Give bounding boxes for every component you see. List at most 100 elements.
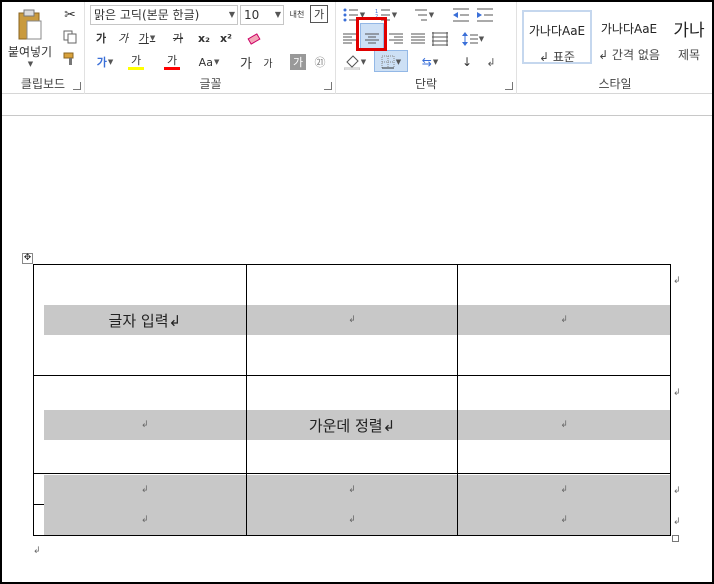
underline-icon: 가 bbox=[138, 32, 149, 45]
char-shading-button[interactable]: 가 bbox=[290, 54, 306, 70]
highlight-button[interactable]: 가 bbox=[122, 52, 150, 72]
font-name-combo[interactable]: 맑은 고딕(본문 한글) ▼ bbox=[90, 5, 238, 25]
row-end-mark: ↲ bbox=[673, 517, 681, 527]
asian-layout-button[interactable]: ⇆ ▼ bbox=[416, 52, 444, 72]
table-cell[interactable]: ↲ bbox=[457, 473, 671, 505]
font-color-button[interactable]: 가 bbox=[158, 52, 186, 72]
styles-label: 스타일 bbox=[598, 77, 632, 91]
grow-font-icon: 가 bbox=[240, 56, 252, 72]
table-cell[interactable]: ↲ bbox=[33, 504, 247, 536]
styles-group: 가나다AaE ↲ 표준 가나다AaE ↲ 간격 없음 가나 제목 스타일 bbox=[518, 2, 712, 94]
decrease-indent-button[interactable] bbox=[450, 5, 472, 25]
table-row: 글자 입력↲ ↲ ↲ bbox=[33, 264, 671, 376]
ribbon: 붙여넣기 ▼ ✂ 클립보드 맑은 고딕(본문 한글) ▼ 10 ▼ 내천 가 가… bbox=[2, 2, 712, 94]
increase-indent-button[interactable] bbox=[474, 5, 496, 25]
shrink-font-button[interactable]: 가 bbox=[258, 52, 278, 72]
copy-icon bbox=[63, 30, 77, 44]
table-cell[interactable]: ↲ bbox=[245, 504, 459, 536]
cell-text: ↲ bbox=[348, 315, 356, 325]
sort-icon: ↓ bbox=[461, 55, 473, 69]
subscript-button[interactable]: x₂ bbox=[194, 29, 214, 47]
enclose-icon: ㉑ bbox=[314, 56, 326, 69]
cell-text: ↲ bbox=[560, 515, 568, 525]
format-painter-button[interactable] bbox=[60, 50, 80, 68]
table-cell[interactable]: ↲ bbox=[245, 264, 459, 376]
show-marks-button[interactable]: ↲ bbox=[480, 52, 502, 72]
shading-button[interactable]: ▼ bbox=[340, 52, 370, 72]
clear-formatting-button[interactable] bbox=[244, 29, 264, 47]
cell-text: ↲ bbox=[141, 515, 149, 525]
eraser-icon bbox=[247, 33, 261, 45]
cell-text: ↲ bbox=[560, 485, 568, 495]
line-spacing-button[interactable]: ▼ bbox=[458, 28, 488, 50]
table-cell[interactable]: ↲ bbox=[457, 375, 671, 474]
table-move-handle[interactable]: ✥ bbox=[22, 253, 33, 264]
clipboard-launcher-icon[interactable] bbox=[73, 82, 81, 90]
cell-text: ↲ bbox=[141, 485, 149, 495]
table-cell[interactable]: ↲ bbox=[457, 264, 671, 376]
multilevel-list-button[interactable]: ▼ bbox=[408, 5, 438, 25]
style-no-spacing[interactable]: 가나다AaE ↲ 간격 없음 bbox=[594, 10, 664, 64]
table-cell[interactable]: 글자 입력↲ bbox=[33, 264, 247, 376]
underline-button[interactable]: 가 ▼ bbox=[136, 29, 158, 47]
grow-font-button[interactable]: 가 bbox=[236, 52, 256, 72]
paint-bucket-icon bbox=[343, 55, 360, 70]
multilevel-list-icon bbox=[414, 9, 427, 21]
change-case-icon: Aa bbox=[198, 55, 213, 69]
paste-button[interactable]: 붙여넣기 ▼ bbox=[6, 6, 54, 70]
style-normal[interactable]: 가나다AaE ↲ 표준 bbox=[522, 10, 592, 64]
copy-button[interactable] bbox=[60, 28, 80, 46]
shading-dropdown-icon: ▼ bbox=[360, 58, 367, 66]
text-effect-button[interactable]: 가 ▼ bbox=[92, 52, 118, 72]
line-spacing-dropdown-icon: ▼ bbox=[478, 35, 485, 43]
paragraph-group: ▼ 12 ▼ ▼ ▼ ▼ ▼ ⇆ ▼ ↓ ↲ 단락 bbox=[336, 2, 517, 94]
align-right-button[interactable] bbox=[386, 28, 406, 50]
borders-icon bbox=[381, 55, 395, 69]
table-row: ↲ ↲ ↲ bbox=[33, 504, 671, 536]
change-case-button[interactable]: Aa ▼ bbox=[194, 52, 224, 72]
format-painter-icon bbox=[63, 52, 74, 65]
bold-button[interactable]: 가 bbox=[92, 29, 110, 47]
justify-button[interactable] bbox=[408, 28, 428, 50]
phonetic-guide-button[interactable]: 내천 bbox=[287, 5, 307, 25]
align-right-icon bbox=[389, 33, 403, 44]
borders-button[interactable]: ▼ bbox=[376, 52, 406, 72]
font-launcher-icon[interactable] bbox=[324, 82, 332, 90]
cut-button[interactable]: ✂ bbox=[60, 6, 80, 24]
distributed-icon bbox=[432, 32, 448, 46]
font-label: 글꼴 bbox=[199, 77, 222, 91]
font-name-dropdown-icon: ▼ bbox=[228, 10, 235, 19]
shrink-font-icon: 가 bbox=[263, 58, 273, 70]
italic-button[interactable]: 가 bbox=[114, 29, 132, 47]
table-cell[interactable]: 가운데 정렬↲ bbox=[245, 375, 459, 474]
table-cell[interactable]: ↲ bbox=[33, 375, 247, 474]
font-group: 맑은 고딕(본문 한글) ▼ 10 ▼ 내천 가 가 가 가 ▼ 가 x₂ x² … bbox=[86, 2, 336, 94]
font-size-combo[interactable]: 10 ▼ bbox=[240, 5, 284, 25]
table-cell[interactable]: ↲ bbox=[457, 504, 671, 536]
style-heading[interactable]: 가나 제목 bbox=[666, 10, 712, 64]
document-table: 글자 입력↲ ↲ ↲ ↲ 가운데 정렬↲ ↲ ↲ ↲ ↲ ↲ ↲ ↲ bbox=[33, 264, 671, 536]
table-cell[interactable]: ↲ bbox=[33, 473, 247, 505]
distributed-button[interactable] bbox=[430, 28, 450, 50]
table-resize-handle[interactable] bbox=[672, 535, 679, 542]
phonetic-guide-icon: 내천 bbox=[289, 10, 305, 19]
increase-indent-icon bbox=[477, 8, 493, 22]
superscript-button[interactable]: x² bbox=[216, 29, 236, 47]
strikethrough-button[interactable]: 가 bbox=[166, 29, 190, 47]
superscript-icon: x² bbox=[220, 31, 232, 45]
subscript-icon: x₂ bbox=[198, 31, 210, 45]
font-name-value: 맑은 고딕(본문 한글) bbox=[94, 8, 200, 22]
char-shading-icon: 가 bbox=[292, 56, 304, 69]
bold-icon: 가 bbox=[95, 32, 107, 45]
row-end-mark: ↲ bbox=[673, 276, 681, 286]
enclose-char-button[interactable]: 가 bbox=[310, 5, 328, 23]
paragraph-launcher-icon[interactable] bbox=[505, 82, 513, 90]
sort-button[interactable]: ↓ bbox=[456, 52, 478, 72]
table-cell[interactable]: ↲ bbox=[245, 473, 459, 505]
font-size-value: 10 bbox=[244, 8, 260, 22]
enclose-button[interactable]: ㉑ bbox=[310, 52, 330, 72]
font-color-bar bbox=[164, 66, 180, 70]
table-row: ↲ ↲ ↲ bbox=[33, 473, 671, 505]
style-no-spacing-sample: 가나다AaE bbox=[600, 22, 658, 36]
cell-text: ↲ bbox=[560, 315, 568, 325]
